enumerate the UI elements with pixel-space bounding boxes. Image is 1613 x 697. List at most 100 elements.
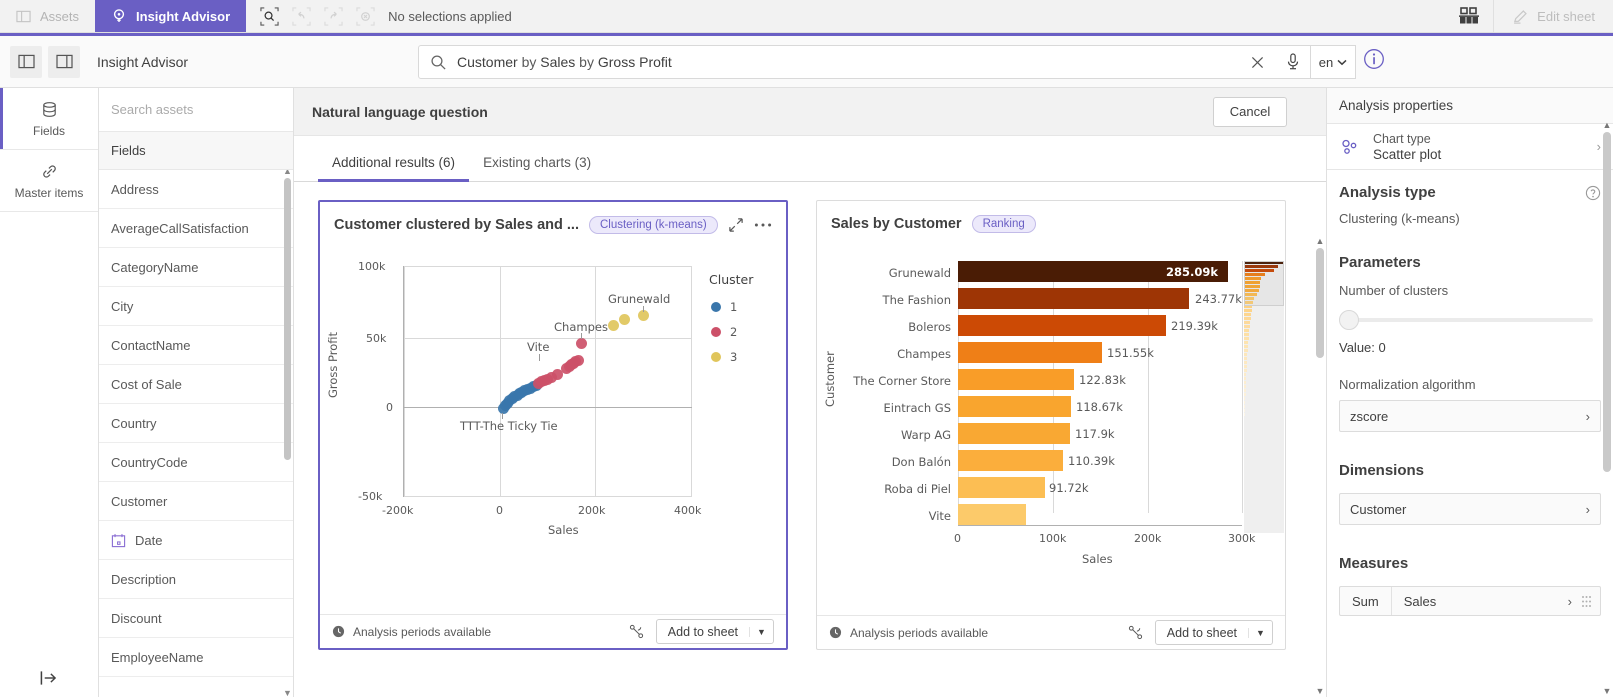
bar-value-label: 151.55k [1107,346,1154,360]
normalization-select[interactable]: zscore › [1339,400,1601,432]
list-item[interactable]: CategoryName [99,248,293,287]
fields-scroll-down-icon[interactable]: ▼ [282,688,293,697]
tab-additional-results[interactable]: Additional results (6) [318,155,469,181]
lineage-icon[interactable] [1128,625,1143,640]
bar-category-label: Don Balón [837,455,951,469]
chevron-right-icon[interactable]: › [1597,139,1601,154]
selection-back-icon[interactable] [286,0,316,33]
calendar-icon [111,533,126,548]
list-item[interactable]: ContactName [99,326,293,365]
list-item[interactable]: Country [99,404,293,443]
bar-category-label: The Corner Store [827,374,951,388]
bar[interactable] [958,450,1063,471]
tab-existing-charts[interactable]: Existing charts (3) [469,155,605,181]
toggle-left-panel-button[interactable] [10,46,42,78]
search-input[interactable]: Customer by Sales by Gross Profit [418,45,1309,79]
bar-category-label: Roba di Piel [837,482,951,496]
list-item[interactable]: Customer [99,482,293,521]
bar-category-label: Eintrach GS [837,401,951,415]
legend-item[interactable]: 3 [711,350,737,364]
sheet-grid-icon[interactable] [1445,0,1493,32]
cancel-button[interactable]: Cancel [1213,97,1287,127]
scatter-point[interactable] [573,355,584,366]
selection-search-icon[interactable] [254,0,284,33]
insight-card-ranking[interactable]: Sales by Customer Ranking Customer [816,200,1286,650]
search-token-gross-profit: Gross Profit [598,54,672,70]
info-icon[interactable] [1360,45,1388,73]
list-item[interactable]: Discount [99,599,293,638]
sidebar-item-master-items[interactable]: Master items [0,150,98,212]
scatter-point[interactable] [619,314,630,325]
assets-tab[interactable]: Assets [0,0,95,32]
analysis-badge: Clustering (k-means) [589,216,718,234]
slider-knob[interactable] [1339,310,1359,330]
list-item[interactable]: City [99,287,293,326]
lineage-icon[interactable] [629,624,644,639]
voice-input-button[interactable] [1276,45,1311,79]
more-options-icon[interactable] [754,222,772,228]
toggle-right-panel-button[interactable] [48,46,80,78]
fields-scroll-up-icon[interactable]: ▲ [282,170,293,176]
chevron-down-icon[interactable]: ▼ [1248,628,1272,638]
no-selections-label: No selections applied [380,0,512,32]
list-item[interactable]: Date [99,521,293,560]
bar-chart[interactable]: Customer Grunewald 285.09k The Fashion 2… [817,247,1285,615]
chevron-down-icon[interactable]: ▼ [749,627,773,637]
collapse-panel-icon[interactable] [40,670,57,686]
num-clusters-slider[interactable] [1339,310,1601,330]
overview-viewport-handle[interactable] [1244,261,1284,306]
chart-type-row[interactable]: Chart type Scatter plot › [1327,124,1613,170]
properties-scroll-down-icon[interactable]: ▼ [1601,686,1613,696]
legend-label: 2 [730,325,737,339]
bar[interactable] [958,342,1102,363]
dimension-select[interactable]: Customer › [1339,493,1601,525]
x-tick-label: 200k [578,504,605,517]
grid-line [691,266,692,496]
chevron-right-icon[interactable]: › [1568,594,1581,609]
measure-row[interactable]: Sum Sales › [1339,586,1601,616]
insight-advisor-tab-label: Insight Advisor [136,9,230,24]
properties-scrollbar[interactable] [1603,132,1611,472]
selection-forward-icon[interactable] [318,0,348,33]
fields-list[interactable]: ▲ ▼ Address AverageCallSatisfaction Cate… [99,170,293,697]
list-item[interactable]: CountryCode [99,443,293,482]
legend-title: Cluster [709,272,753,287]
expand-icon[interactable] [728,217,744,233]
edit-sheet-button[interactable]: Edit sheet [1493,0,1613,32]
bar[interactable] [958,288,1189,309]
fields-scrollbar[interactable] [284,178,291,460]
results-scroll-down-icon[interactable]: ▼ [1314,686,1326,696]
list-item[interactable]: Description [99,560,293,599]
list-item[interactable]: EmployeeName [99,638,293,677]
list-item[interactable]: AverageCallSatisfaction [99,209,293,248]
bar[interactable] [958,369,1074,390]
scatter-point[interactable] [608,320,619,331]
legend-item[interactable]: 2 [711,325,737,339]
search-assets-input[interactable]: Search assets [99,88,293,132]
insight-advisor-tab[interactable]: Insight Advisor [95,0,246,32]
bar[interactable] [958,315,1166,336]
clear-selections-icon[interactable] [350,0,380,33]
legend-item[interactable]: 1 [711,300,737,314]
card-actions [728,217,772,233]
bar[interactable] [958,477,1045,498]
sidebar-item-fields[interactable]: Fields [0,88,98,150]
help-icon[interactable] [1585,185,1601,201]
x-tick-label: 0 [496,504,503,517]
clear-search-icon[interactable] [1240,56,1274,69]
bar[interactable] [958,423,1070,444]
bar[interactable] [958,504,1026,525]
insight-card-clustering[interactable]: Customer clustered by Sales and ... Clus… [318,200,788,650]
card-footer-actions: Add to sheet ▼ [629,619,774,644]
list-item[interactable]: Cost of Sale [99,365,293,404]
scatter-point[interactable] [576,338,587,349]
language-selector[interactable]: en [1311,45,1356,79]
list-item[interactable]: Address [99,170,293,209]
drag-handle-icon[interactable] [1581,595,1600,608]
add-to-sheet-button[interactable]: Add to sheet ▼ [1155,620,1273,645]
results-area: Natural language question Cancel Additio… [294,88,1326,697]
bar[interactable] [958,396,1071,417]
add-to-sheet-button[interactable]: Add to sheet ▼ [656,619,774,644]
scatter-plot[interactable]: 100k 50k 0 -50k -200k 0 200k 400k Sales … [320,248,786,614]
properties-scroll-up-icon[interactable]: ▲ [1601,120,1613,130]
